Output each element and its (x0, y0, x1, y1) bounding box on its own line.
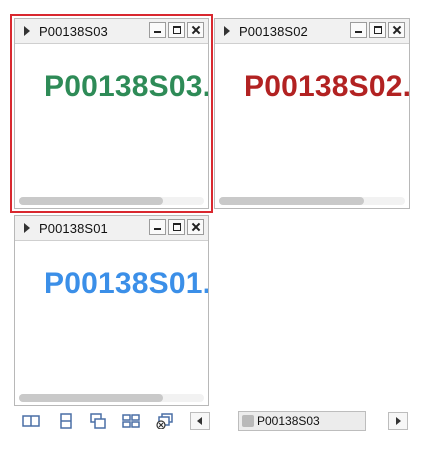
maximize-button[interactable] (168, 22, 185, 38)
window-title: P00138S03 (39, 24, 108, 39)
window-menu-triangle-icon[interactable] (24, 26, 30, 36)
scrollbar-thumb[interactable] (219, 197, 365, 205)
taskbar-tab-label: P00138S03 (257, 414, 320, 428)
horizontal-scrollbar[interactable] (19, 197, 204, 205)
scroll-right-button[interactable] (388, 412, 408, 430)
window-titlebar[interactable]: P00138S01 (15, 216, 208, 241)
window-menu-triangle-icon[interactable] (224, 26, 230, 36)
maximize-button[interactable] (369, 22, 386, 38)
window-p00138s03[interactable]: P00138S03 P00138S03. (10, 14, 213, 213)
window-titlebar[interactable]: P00138S03 (15, 19, 208, 44)
arrow-right-icon (396, 417, 401, 425)
window-p00138s02[interactable]: P00138S02 P00138S02. (214, 18, 410, 209)
close-button[interactable] (187, 22, 204, 38)
window-title: P00138S01 (39, 221, 108, 236)
scrollbar-thumb[interactable] (19, 394, 164, 402)
window-p00138s01[interactable]: P00138S01 P00138S01. (14, 215, 209, 406)
window-icon (242, 415, 254, 427)
window-content: P00138S03. (15, 44, 208, 208)
window-content: P00138S02. (215, 44, 409, 208)
close-button[interactable] (388, 22, 405, 38)
window-title: P00138S02 (239, 24, 308, 39)
window-content-text: P00138S02. (244, 70, 409, 103)
window-menu-triangle-icon[interactable] (24, 223, 30, 233)
window-taskbar: P00138S03 (12, 409, 410, 435)
minimize-button[interactable] (350, 22, 367, 38)
taskbar-tab-p00138s03[interactable]: P00138S03 (238, 411, 366, 431)
scroll-left-button[interactable] (190, 412, 210, 430)
window-content-text: P00138S01. (44, 267, 208, 300)
minimize-button[interactable] (149, 22, 166, 38)
cascade-icon[interactable] (89, 413, 107, 429)
horizontal-scrollbar[interactable] (219, 197, 405, 205)
close-button[interactable] (187, 219, 204, 235)
maximize-button[interactable] (168, 219, 185, 235)
tile-grid-icon[interactable] (122, 413, 140, 429)
minimize-button[interactable] (149, 219, 166, 235)
scrollbar-thumb[interactable] (19, 197, 164, 205)
window-content: P00138S01. (15, 241, 208, 405)
horizontal-scrollbar[interactable] (19, 394, 204, 402)
close-all-icon[interactable] (156, 413, 174, 429)
arrow-left-icon (197, 417, 202, 425)
tile-horizontal-icon[interactable] (57, 413, 75, 429)
window-titlebar[interactable]: P00138S02 (215, 19, 409, 44)
window-content-text: P00138S03. (44, 70, 208, 103)
tile-vertical-icon[interactable] (22, 413, 40, 429)
